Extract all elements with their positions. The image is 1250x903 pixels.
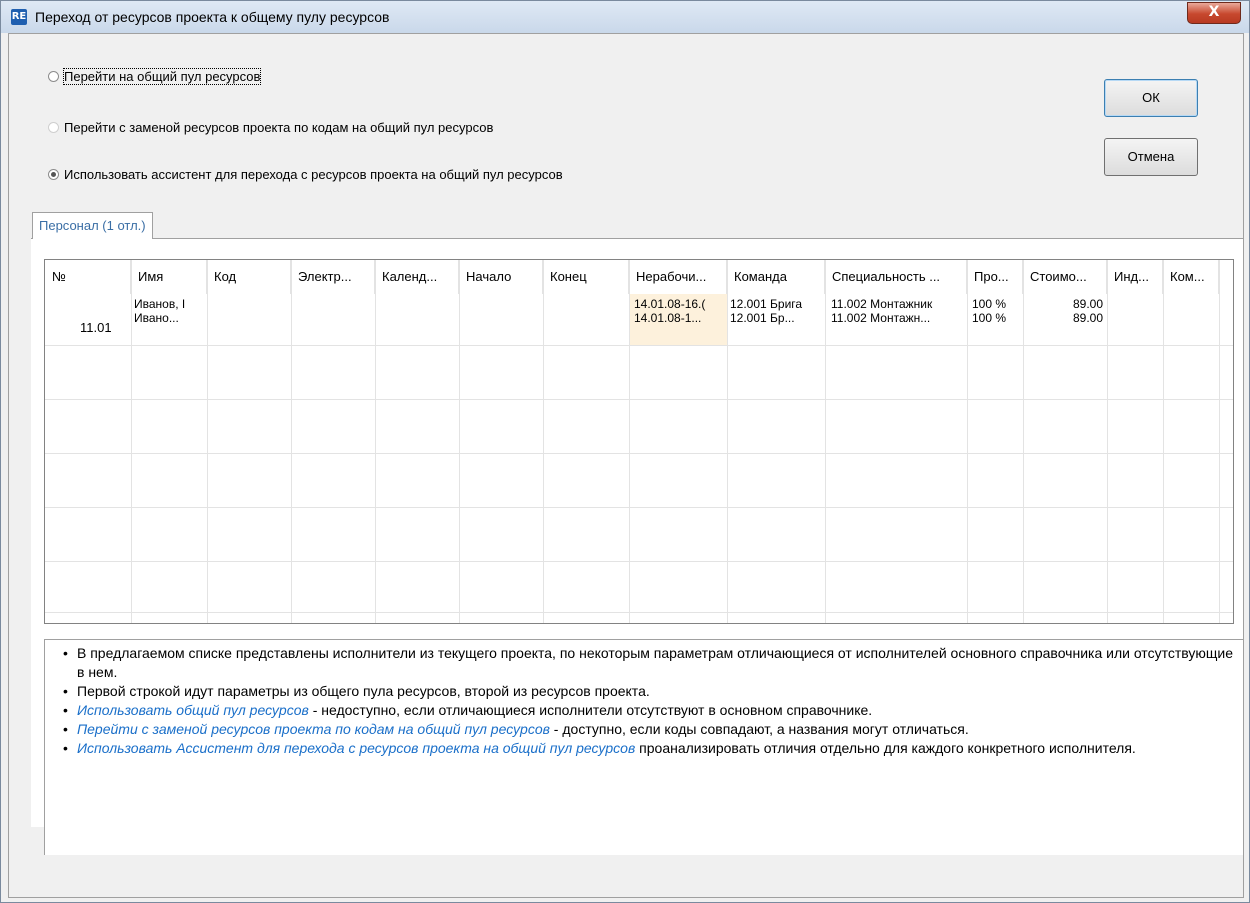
grid-line bbox=[727, 260, 728, 623]
grid-line bbox=[45, 561, 1233, 562]
column-header-specialty[interactable]: Специальность ... bbox=[825, 260, 967, 294]
grid-line bbox=[45, 507, 1233, 508]
option-label: Перейти на общий пул ресурсов bbox=[62, 68, 262, 85]
cell-nonworking-project: 14.01.08-1... bbox=[634, 312, 702, 325]
info-text: проанализировать отличия отдельно для ка… bbox=[635, 740, 1136, 756]
option-label: Использовать ассистент для перехода с ре… bbox=[64, 167, 563, 182]
close-button[interactable]: X bbox=[1187, 2, 1241, 24]
cell-percent-pool: 100 % bbox=[972, 298, 1007, 311]
grid-line bbox=[543, 260, 544, 623]
info-link-replace-by-codes: Перейти с заменой ресурсов проекта по ко… bbox=[77, 721, 550, 737]
grid-line bbox=[1163, 260, 1164, 623]
cell-specialty-pool: 11.002 Монтажник bbox=[831, 298, 933, 311]
ok-button[interactable]: ОК bbox=[1104, 79, 1198, 117]
option-use-common-pool[interactable]: Перейти на общий пул ресурсов bbox=[48, 68, 262, 85]
column-header-name[interactable]: Имя bbox=[131, 260, 207, 294]
app-icon: RE bbox=[11, 9, 27, 25]
column-header-calendar[interactable]: Календ... bbox=[375, 260, 459, 294]
column-header-team[interactable]: Команда bbox=[727, 260, 825, 294]
cancel-button[interactable]: Отмена bbox=[1104, 138, 1198, 176]
grid-header: № Имя Код Электр... Календ... Начало Кон… bbox=[45, 260, 1233, 294]
grid-line bbox=[45, 399, 1233, 400]
info-item: Использовать Ассистент для перехода с ре… bbox=[63, 739, 1238, 758]
grid-line bbox=[131, 260, 132, 623]
option-label: Перейти с заменой ресурсов проекта по ко… bbox=[64, 120, 494, 135]
grid-line bbox=[291, 260, 292, 623]
grid-line bbox=[629, 260, 630, 623]
column-header-code[interactable]: Код bbox=[207, 260, 291, 294]
info-item: Перейти с заменой ресурсов проекта по ко… bbox=[63, 720, 1238, 739]
option-use-assistant[interactable]: Использовать ассистент для перехода с ре… bbox=[48, 167, 563, 182]
grid-line bbox=[207, 260, 208, 623]
title-bar: RE Переход от ресурсов проекта к общему … bbox=[1, 1, 1249, 33]
cell-name-project: Ивано... bbox=[134, 312, 179, 325]
grid-line bbox=[825, 260, 826, 623]
info-text: - недоступно, если отличающиеся исполнит… bbox=[308, 702, 873, 718]
grid-line bbox=[45, 345, 1233, 346]
grid-line bbox=[45, 612, 1233, 613]
window-title: Переход от ресурсов проекта к общему пул… bbox=[35, 9, 390, 25]
info-item: Первой строкой идут параметры из общего … bbox=[63, 682, 1238, 701]
radio-icon[interactable] bbox=[48, 169, 59, 180]
cell-name-pool: Иванов, I bbox=[134, 298, 186, 311]
cell-team-pool: 12.001 Брига bbox=[730, 298, 803, 311]
radio-icon[interactable] bbox=[48, 122, 59, 133]
grid-line bbox=[45, 453, 1233, 454]
grid-line bbox=[967, 260, 968, 623]
option-replace-by-codes[interactable]: Перейти с заменой ресурсов проекта по ко… bbox=[48, 120, 493, 135]
column-header-comment[interactable]: Ком... bbox=[1163, 260, 1219, 294]
tab-personnel[interactable]: Персонал (1 отл.) bbox=[32, 212, 153, 239]
column-header-index[interactable]: Инд... bbox=[1107, 260, 1163, 294]
info-list: В предлагаемом списке представлены испол… bbox=[63, 644, 1238, 758]
grid-line bbox=[1219, 260, 1220, 623]
info-item: Использовать общий пул ресурсов - недост… bbox=[63, 701, 1238, 720]
column-header-percent[interactable]: Про... bbox=[967, 260, 1023, 294]
column-header-number[interactable]: № bbox=[45, 260, 131, 294]
cell-team-project: 12.001 Бр... bbox=[730, 312, 795, 325]
info-text: - доступно, если коды совпадают, а назва… bbox=[549, 721, 969, 737]
info-box: В предлагаемом списке представлены испол… bbox=[44, 639, 1243, 855]
dialog-window: RE Переход от ресурсов проекта к общему … bbox=[0, 0, 1250, 903]
info-text: Первой строкой идут параметры из общего … bbox=[77, 683, 650, 699]
column-header-start[interactable]: Начало bbox=[459, 260, 543, 294]
column-header-email[interactable]: Электр... bbox=[291, 260, 375, 294]
cell-number: 11.01 bbox=[80, 321, 112, 334]
cell-cost-project: 89.00 bbox=[1072, 312, 1103, 325]
resources-grid[interactable]: № Имя Код Электр... Календ... Начало Кон… bbox=[44, 259, 1234, 624]
info-link-common-pool: Использовать общий пул ресурсов bbox=[77, 702, 309, 718]
info-item: В предлагаемом списке представлены испол… bbox=[63, 644, 1238, 682]
grid-line bbox=[375, 260, 376, 623]
info-text: В предлагаемом списке представлены испол… bbox=[77, 645, 1233, 680]
cell-nonworking-pool: 14.01.08-16.( bbox=[634, 298, 706, 311]
grid-line bbox=[459, 260, 460, 623]
column-header-end[interactable]: Конец bbox=[543, 260, 629, 294]
cell-specialty-project: 11.002 Монтажн... bbox=[831, 312, 931, 325]
column-header-cost[interactable]: Стоимо... bbox=[1023, 260, 1107, 294]
cell-cost-pool: 89.00 bbox=[1072, 298, 1103, 311]
grid-line bbox=[1107, 260, 1108, 623]
info-link-assistant: Использовать Ассистент для перехода с ре… bbox=[77, 740, 636, 756]
grid-line bbox=[1023, 260, 1024, 623]
radio-icon[interactable] bbox=[48, 71, 59, 82]
column-header-nonworking[interactable]: Нерабочи... bbox=[629, 260, 727, 294]
cell-percent-project: 100 % bbox=[972, 312, 1007, 325]
